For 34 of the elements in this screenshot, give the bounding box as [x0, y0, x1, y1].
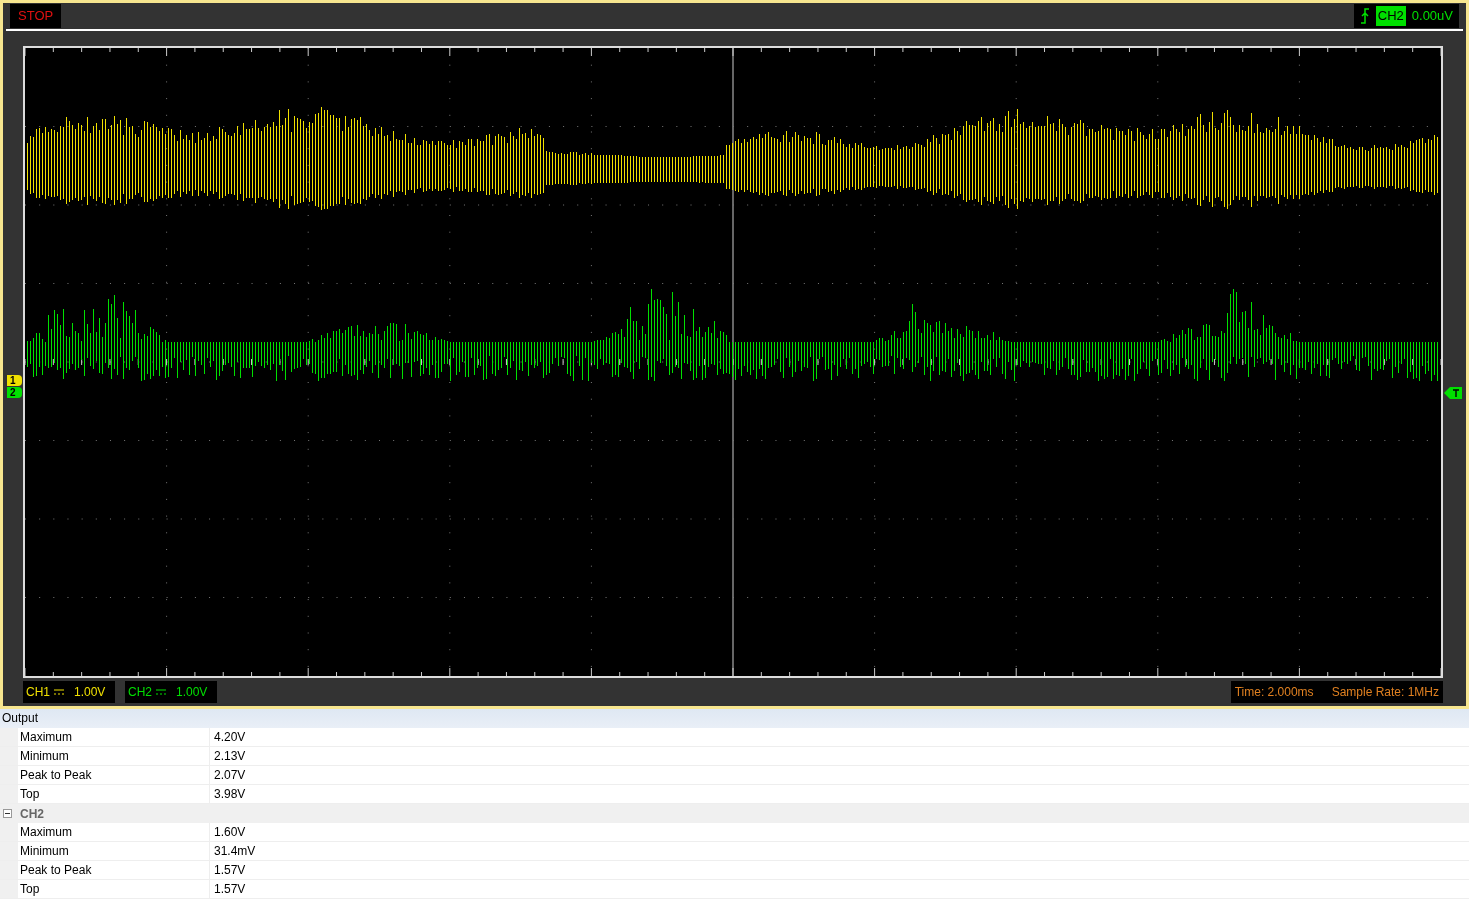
property-value: 3.98V: [213, 786, 246, 803]
collapse-icon[interactable]: [3, 809, 12, 818]
dc-coupling-icon: [156, 689, 166, 695]
property-value: 2.07V: [213, 767, 246, 784]
dc-coupling-icon: [54, 689, 64, 695]
property-name: Minimum: [18, 747, 210, 765]
property-name: Top: [18, 785, 210, 803]
property-name: Maximum: [18, 728, 210, 746]
rising-edge-icon: [1359, 7, 1370, 25]
group-name: CH2: [20, 805, 44, 823]
property-value: 1.57V: [213, 881, 246, 898]
run-state: STOP: [10, 4, 62, 28]
property-name: Minimum: [18, 842, 210, 860]
panel-title: Output: [0, 709, 1469, 728]
trigger-marker-icon: [1444, 387, 1462, 399]
property-value: 1.60V: [213, 824, 246, 841]
property-value: 4.20V: [213, 729, 246, 746]
channel-label: CH1: [26, 684, 50, 701]
property-name: Peak to Peak: [18, 861, 210, 879]
property-value: 1.57V: [213, 862, 246, 879]
channel-label: CH2: [128, 684, 152, 701]
property-name: Maximum: [18, 823, 210, 841]
channel-scale: 1.00V: [74, 684, 106, 701]
property-value: 2.13V: [213, 748, 246, 765]
property-value: 31.4mV: [213, 843, 256, 860]
channel-scale: 1.00V: [176, 684, 208, 701]
trigger-channel: CH2: [1375, 6, 1406, 26]
sample-rate-label: Sample Rate: 1MHz: [1331, 684, 1439, 701]
channel-marker[interactable]: 1: [7, 375, 22, 386]
property-name: Peak to Peak: [18, 766, 210, 784]
timebase-label: Time: 2.000ms: [1234, 684, 1314, 701]
channel-marker[interactable]: 2: [7, 387, 22, 398]
trigger-level: 0.00uV: [1411, 7, 1453, 26]
property-name: Top: [18, 880, 210, 898]
